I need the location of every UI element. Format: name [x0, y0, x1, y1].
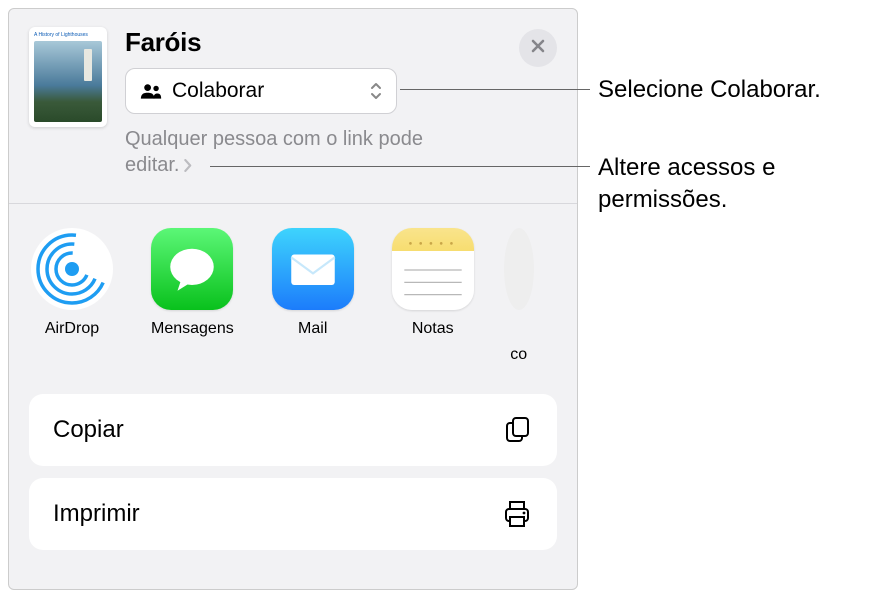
document-thumbnail: A History of Lighthouses	[29, 27, 107, 127]
app-label: Mail	[298, 320, 327, 338]
partial-app-icon	[504, 228, 534, 310]
close-button[interactable]	[519, 29, 557, 67]
app-label: AirDrop	[45, 320, 99, 338]
collaborate-dropdown[interactable]: Colaborar	[125, 68, 397, 114]
action-copy[interactable]: Copiar	[29, 394, 557, 466]
chevron-right-icon	[183, 153, 192, 179]
callout-change-perms: Altere acessos e permissões.	[598, 152, 878, 217]
partial-app-label: co	[510, 346, 527, 364]
chevron-up-down-icon	[370, 82, 382, 100]
action-label: Imprimir	[53, 500, 140, 528]
header-content: Faróis Colaborar	[125, 27, 557, 179]
callout-line-2	[210, 166, 590, 167]
app-notes[interactable]: Notas	[392, 228, 474, 364]
permissions-row[interactable]: Qualquer pessoa com o link pode editar.	[125, 126, 465, 179]
action-label: Copiar	[53, 416, 124, 444]
share-sheet: A History of Lighthouses Faróis Colabora…	[8, 8, 578, 590]
share-apps-row: AirDrop Mensagens Mail	[9, 204, 577, 380]
close-icon	[530, 38, 546, 59]
app-label: Mensagens	[151, 320, 234, 338]
messages-icon	[151, 228, 233, 310]
app-messages[interactable]: Mensagens	[151, 228, 234, 364]
thumbnail-title: A History of Lighthouses	[34, 32, 102, 38]
airdrop-icon	[31, 228, 113, 310]
notes-icon	[392, 228, 474, 310]
app-mail[interactable]: Mail	[272, 228, 354, 364]
copy-icon	[501, 414, 533, 446]
action-print[interactable]: Imprimir	[29, 478, 557, 550]
collaborate-label: Colaborar	[172, 79, 360, 103]
thumbnail-image	[34, 41, 102, 122]
actions-list: Copiar Imprimir	[9, 394, 577, 550]
print-icon	[501, 498, 533, 530]
app-airdrop[interactable]: AirDrop	[31, 228, 113, 364]
callout-line-1	[400, 89, 590, 90]
people-icon	[140, 82, 162, 100]
callout-select-collab: Selecione Colaborar.	[598, 74, 821, 106]
document-title: Faróis	[125, 27, 557, 58]
permissions-text: Qualquer pessoa com o link pode editar.	[125, 126, 465, 179]
app-label: Notas	[412, 320, 454, 338]
app-partial[interactable]: co	[504, 228, 534, 364]
mail-icon	[272, 228, 354, 310]
